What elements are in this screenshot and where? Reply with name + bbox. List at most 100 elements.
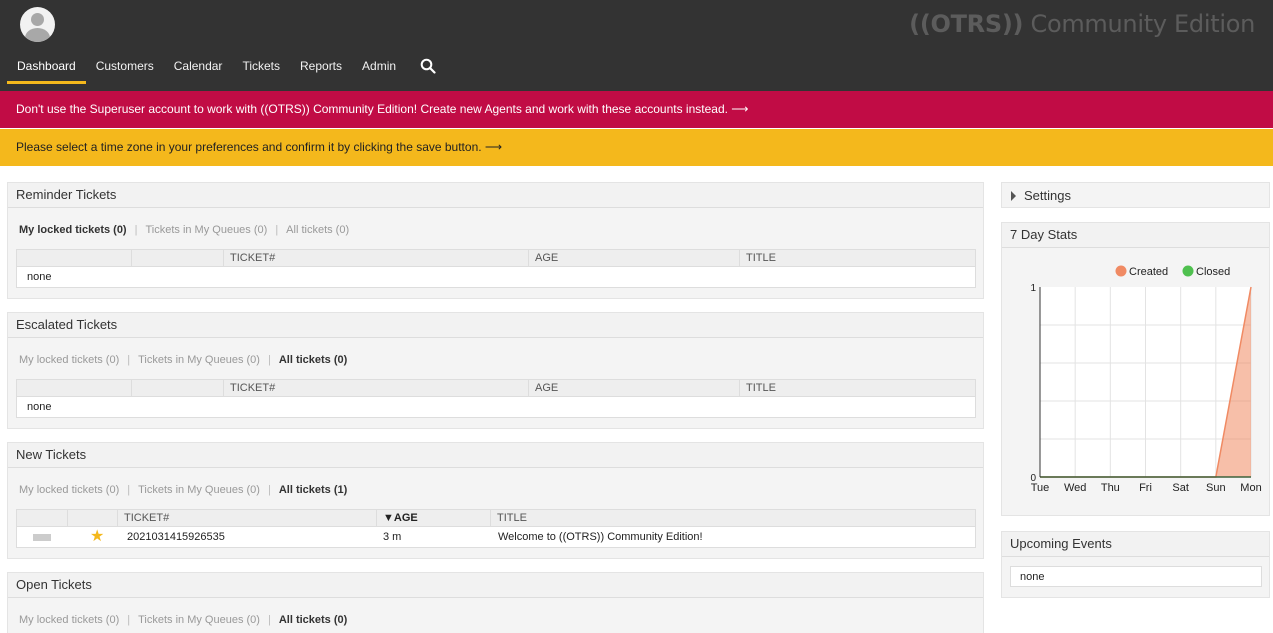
y-tick-label: 0 xyxy=(1030,473,1036,484)
star-icon[interactable]: ★ xyxy=(90,527,104,547)
col-header-age[interactable]: AGE xyxy=(528,250,739,266)
col-header-empty xyxy=(17,380,131,396)
filter-my-locked[interactable]: My locked tickets (0) xyxy=(19,224,127,236)
priority-bar xyxy=(33,534,51,541)
stats-chart: Tue Wed Thu Fri Sat Sun Mon01 Created Closed xyxy=(1030,265,1262,494)
filter-my-locked[interactable]: My locked tickets (0) xyxy=(19,614,119,626)
legend-label-created: Created xyxy=(1129,266,1168,278)
ticket-filters: My locked tickets (0) | Tickets in My Queu… xyxy=(19,224,349,236)
widget-title: 7 Day Stats xyxy=(1002,223,1269,248)
widget-title: Escalated Tickets xyxy=(8,313,983,338)
empty-text: none xyxy=(27,401,52,413)
nav-admin[interactable]: Admin xyxy=(352,54,406,84)
col-header-empty xyxy=(131,380,223,396)
ticket-number-link[interactable]: 2021031415926535 xyxy=(117,527,225,547)
table-row[interactable]: ★ 2021031415926535 3 m Welcome to ((OTRS… xyxy=(17,527,975,547)
col-header-ticket[interactable]: TICKET# xyxy=(223,380,528,396)
top-bar: ((OTRS)) Community Edition Dashboard Cus… xyxy=(0,0,1273,91)
table-header: TICKET# AGE TITLE xyxy=(17,380,975,397)
chart-grid xyxy=(1040,287,1252,477)
ticket-age: 3 m xyxy=(383,531,402,543)
user-avatar[interactable] xyxy=(20,7,55,42)
x-tick-label: Sun xyxy=(1206,482,1226,494)
settings-toggle[interactable]: Settings xyxy=(1001,182,1270,208)
ticket-filters: My locked tickets (0) | Tickets in My Queu… xyxy=(19,614,347,626)
filter-all[interactable]: All tickets (0) xyxy=(279,614,347,626)
y-tick-label: 1 xyxy=(1030,283,1036,294)
col-header-age[interactable]: AGE xyxy=(528,380,739,396)
empty-text: none xyxy=(27,271,52,283)
col-header-empty xyxy=(67,510,117,526)
table-row: none xyxy=(17,267,975,287)
filter-my-queues[interactable]: Tickets in My Queues (0) xyxy=(138,354,260,366)
ticket-filters: My locked tickets (0) | Tickets in My Queu… xyxy=(19,354,347,366)
ticket-table: TICKET# AGE TITLE none xyxy=(16,379,976,418)
table-header: TICKET# AGE TITLE xyxy=(17,250,975,267)
filter-separator: | xyxy=(267,354,271,366)
col-header-title[interactable]: TITLE xyxy=(739,250,975,266)
filter-separator: | xyxy=(127,354,131,366)
nav-tickets[interactable]: Tickets xyxy=(232,54,290,84)
filter-my-queues[interactable]: Tickets in My Queues (0) xyxy=(138,484,260,496)
col-header-age-sorted[interactable]: ▼AGE xyxy=(376,510,490,526)
widget-title: Reminder Tickets xyxy=(8,183,983,208)
ticket-title[interactable]: Welcome to ((OTRS)) Community Edition! xyxy=(488,527,703,547)
otrs-logo: ((OTRS)) Community Edition xyxy=(909,10,1255,38)
legend-label-closed: Closed xyxy=(1196,266,1230,278)
col-header-empty xyxy=(17,250,131,266)
main-nav: Dashboard Customers Calendar Tickets Rep… xyxy=(7,54,406,91)
ticket-table: TICKET# ▼AGE TITLE ★ 2021031415926535 3 … xyxy=(16,509,976,548)
nav-dashboard[interactable]: Dashboard xyxy=(7,54,86,84)
filter-separator: | xyxy=(267,484,271,496)
x-tick-label: Mon xyxy=(1240,482,1261,494)
filter-separator: | xyxy=(134,224,138,236)
nav-customers[interactable]: Customers xyxy=(86,54,164,84)
reminder-tickets-widget: Reminder Tickets My locked tickets (0) | T… xyxy=(7,182,984,299)
ticket-filters: My locked tickets (0) | Tickets in My Queu… xyxy=(19,484,347,496)
events-empty-text: none xyxy=(1010,566,1262,587)
col-header-ticket[interactable]: TICKET# xyxy=(223,250,528,266)
widget-title: Open Tickets xyxy=(8,573,983,598)
filter-all[interactable]: All tickets (1) xyxy=(279,484,347,496)
superuser-warning-banner[interactable]: Don't use the Superuser account to work … xyxy=(0,91,1273,128)
caret-right-icon xyxy=(1011,191,1016,201)
avatar-body-shape xyxy=(25,28,50,42)
col-header-title[interactable]: TITLE xyxy=(739,380,975,396)
filter-separator: | xyxy=(267,614,271,626)
timezone-warning-banner[interactable]: Please select a time zone in your prefer… xyxy=(0,129,1273,166)
table-row: none xyxy=(17,397,975,417)
seven-day-stats-widget: 7 Day Stats Tue Wed Thu Fri Sat Sun Mon 0 1 Crea… xyxy=(1001,222,1270,516)
x-tick-label: Fri xyxy=(1139,482,1152,494)
widget-title: Upcoming Events xyxy=(1002,532,1269,557)
filter-my-queues[interactable]: Tickets in My Queues (0) xyxy=(145,224,267,236)
filter-my-queues[interactable]: Tickets in My Queues (0) xyxy=(138,614,260,626)
legend-marker-closed xyxy=(1182,265,1194,277)
x-tick-label: Wed xyxy=(1064,482,1086,494)
col-header-empty xyxy=(17,510,67,526)
filter-all[interactable]: All tickets (0) xyxy=(279,354,347,366)
settings-label: Settings xyxy=(1024,188,1071,203)
new-tickets-widget: New Tickets My locked tickets (0) | Ticket… xyxy=(7,442,984,559)
ticket-table: TICKET# AGE TITLE none xyxy=(16,249,976,288)
col-header-ticket[interactable]: TICKET# xyxy=(117,510,376,526)
x-tick-label: Thu xyxy=(1101,482,1120,494)
filter-separator: | xyxy=(127,484,131,496)
filter-my-locked[interactable]: My locked tickets (0) xyxy=(19,484,119,496)
logo-text: Community Edition xyxy=(1030,10,1256,38)
nav-calendar[interactable]: Calendar xyxy=(164,54,233,84)
upcoming-events-widget: Upcoming Events none xyxy=(1001,531,1270,598)
avatar-head-shape xyxy=(31,13,44,26)
filter-my-locked[interactable]: My locked tickets (0) xyxy=(19,354,119,366)
x-tick-label: Sat xyxy=(1172,482,1189,494)
filter-all[interactable]: All tickets (0) xyxy=(286,224,349,236)
table-header: TICKET# ▼AGE TITLE xyxy=(17,510,975,527)
nav-reports[interactable]: Reports xyxy=(290,54,352,84)
chart-legend: Created Closed xyxy=(1115,265,1230,278)
escalated-tickets-widget: Escalated Tickets My locked tickets (0) |… xyxy=(7,312,984,429)
col-header-title[interactable]: TITLE xyxy=(490,510,975,526)
col-header-empty xyxy=(131,250,223,266)
legend-marker-created xyxy=(1115,265,1127,277)
search-icon[interactable] xyxy=(420,58,436,74)
filter-separator: | xyxy=(275,224,279,236)
widget-title: New Tickets xyxy=(8,443,983,468)
